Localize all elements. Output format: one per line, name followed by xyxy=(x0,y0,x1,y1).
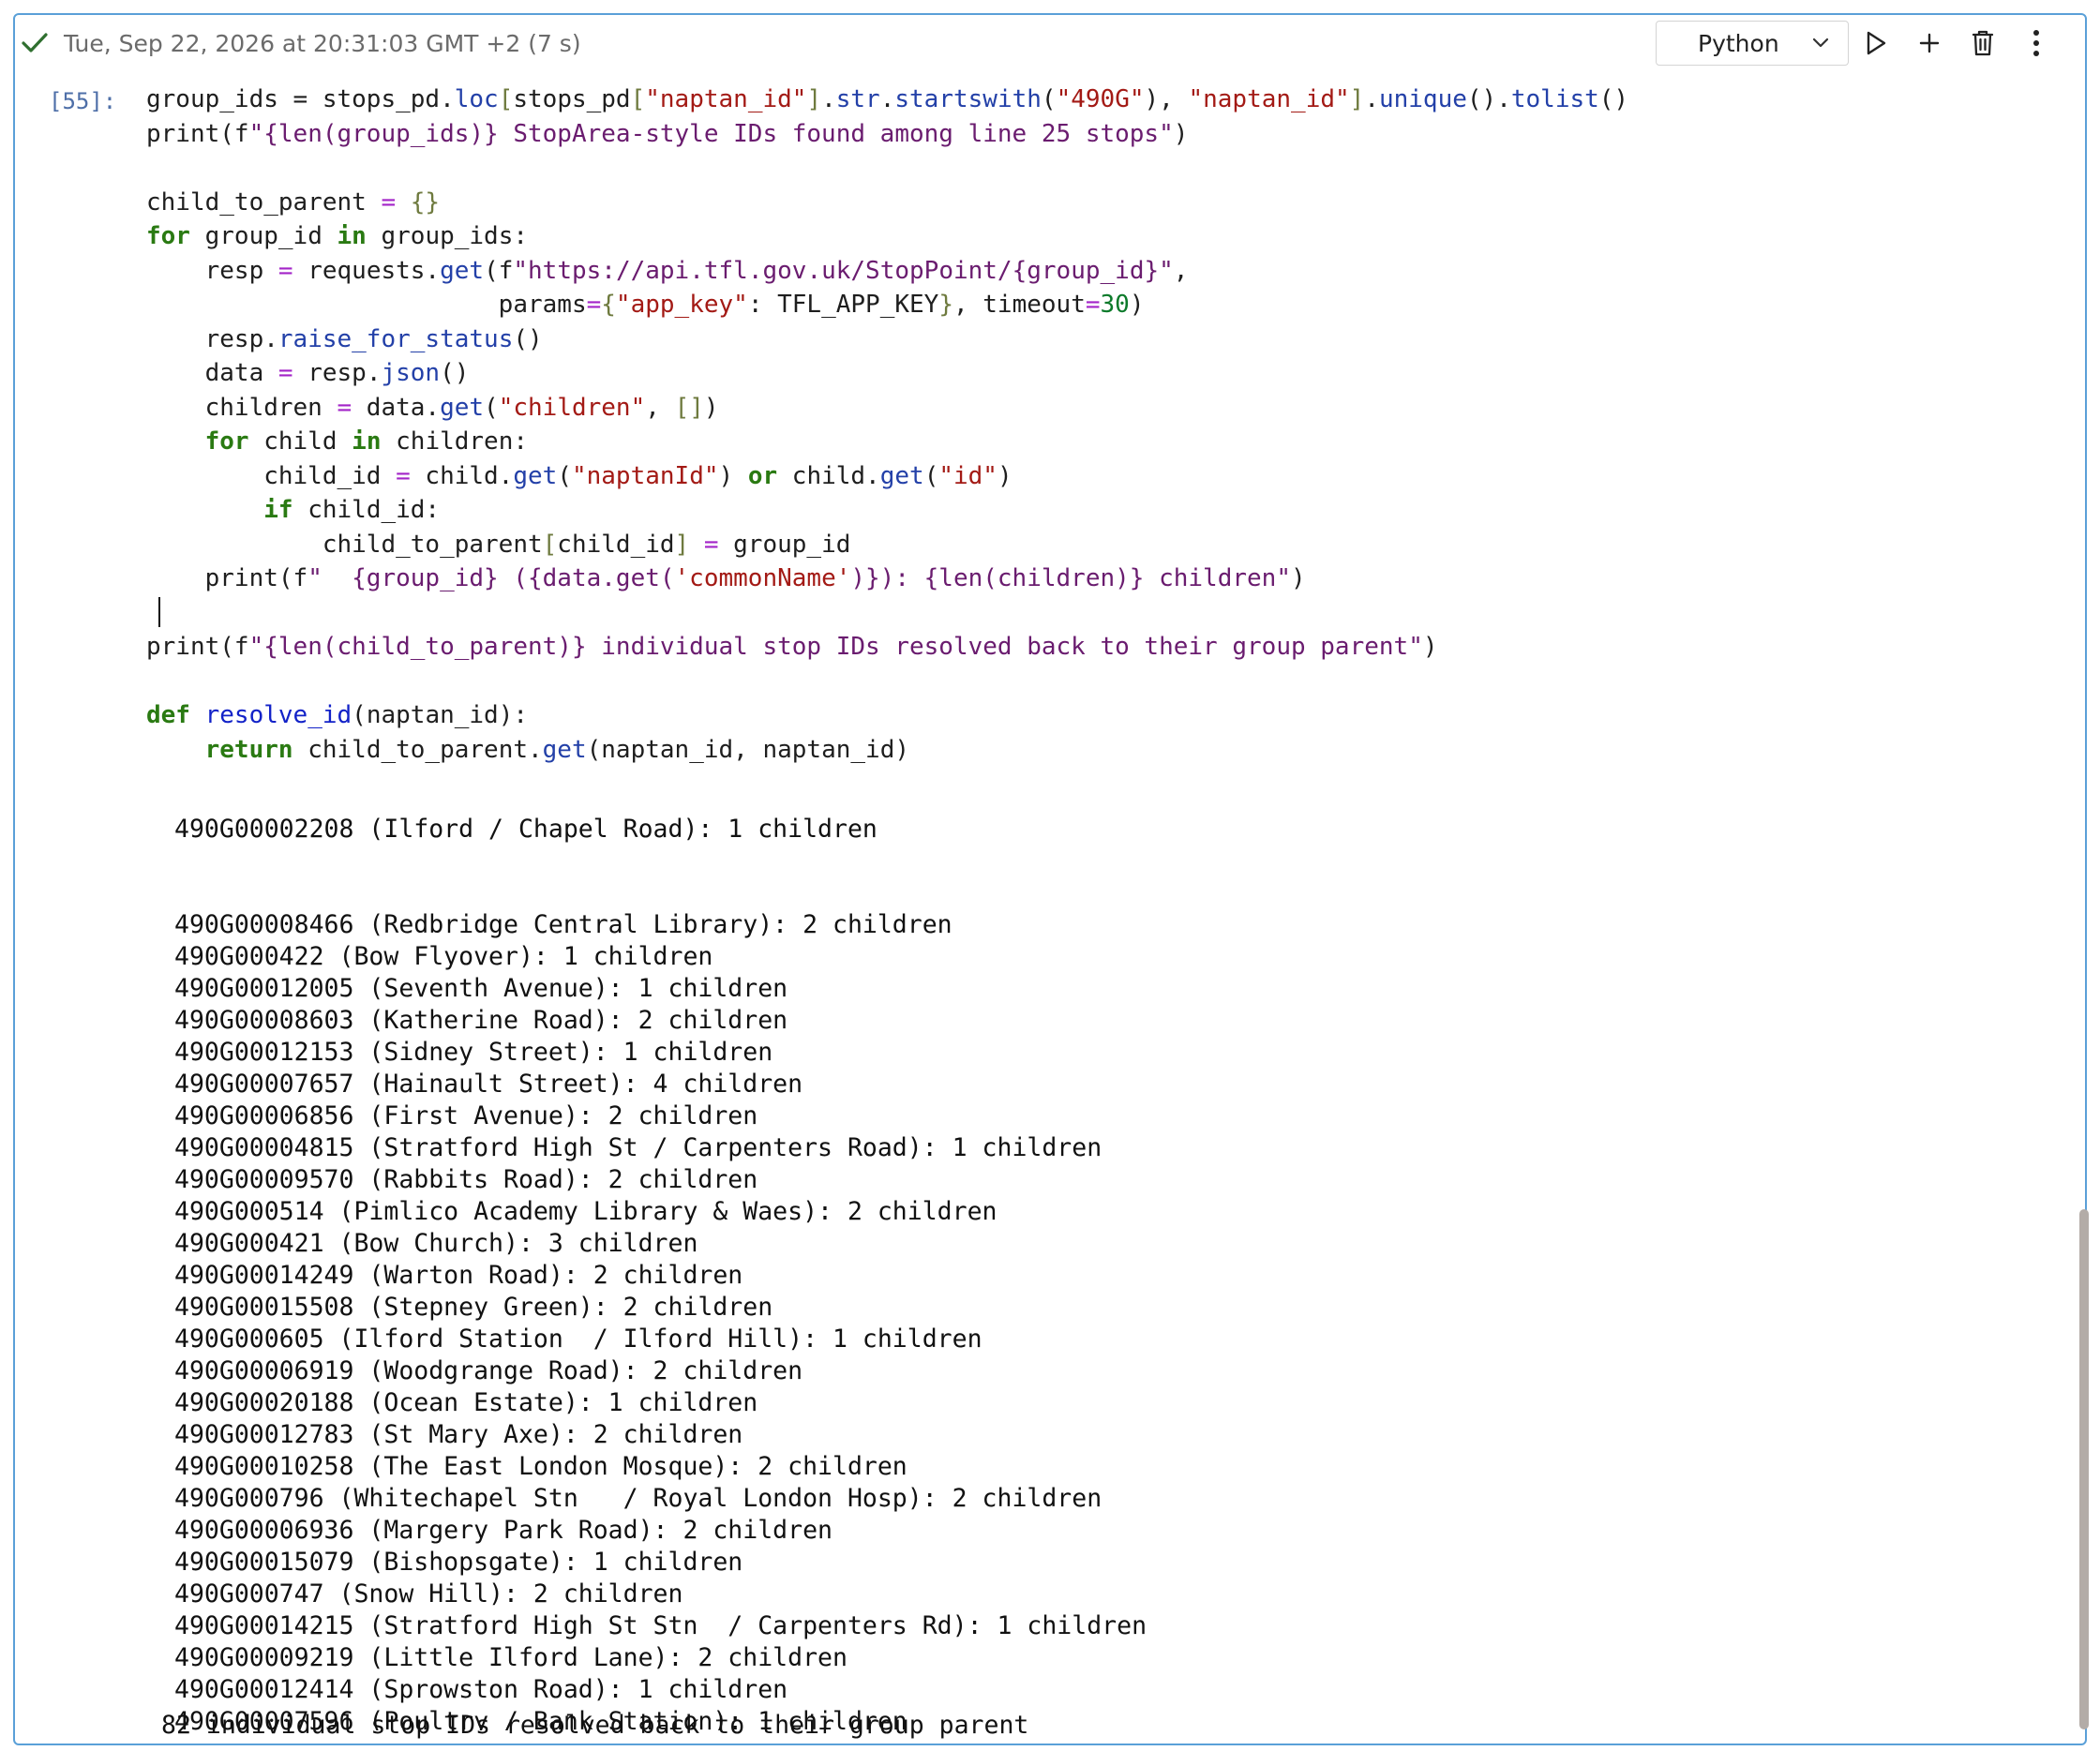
output-line: 490G00014215 (Stratford High St Stn / Ca… xyxy=(174,1611,1148,1640)
output-line: 490G000796 (Whitechapel Stn / Royal Lond… xyxy=(174,1484,1102,1513)
code-fstring: "https://api.tfl.gov.uk/StopPoint/{group… xyxy=(513,256,1174,285)
output-line: 490G00015508 (Stepney Green): 2 children xyxy=(174,1293,773,1322)
code-string: "naptanId" xyxy=(571,461,719,490)
trash-icon xyxy=(1972,30,1993,56)
scrollbar-thumb[interactable] xyxy=(2079,1209,2089,1729)
code-fstring: {group_id} ({data.get( xyxy=(322,564,675,592)
chevron-down-icon xyxy=(1812,37,1829,48)
output-line: 490G00002208 (Ilford / Chapel Road): 1 c… xyxy=(174,815,878,844)
code-string: 'commonName' xyxy=(674,564,851,592)
output-line: 490G000514 (Pimlico Academy Library & Wa… xyxy=(174,1197,998,1226)
execution-timestamp: Tue, Sep 22, 2026 at 20:31:03 GMT +2 (7 … xyxy=(64,29,581,57)
code-string: "naptan_id" xyxy=(645,85,807,113)
output-lines: 490G00002208 (Ilford / Chapel Road): 1 c… xyxy=(174,782,1147,1730)
code-fstring: "{len(group_ids)} StopArea-style IDs fou… xyxy=(248,119,1174,148)
more-vertical-icon xyxy=(2032,30,2039,56)
output-line: 490G00012414 (Sprowston Road): 1 childre… xyxy=(174,1675,788,1704)
output-line: 490G00012153 (Sidney Street): 1 children xyxy=(174,1038,773,1067)
code-string: "app_key" xyxy=(615,291,748,319)
output-line: 490G00015079 (Bishopsgate): 1 children xyxy=(174,1548,743,1577)
output-line: 490G00008603 (Katherine Road): 2 childre… xyxy=(174,1006,788,1035)
code-string: "naptan_id" xyxy=(1188,85,1350,113)
execution-status: Tue, Sep 22, 2026 at 20:31:03 GMT +2 (7 … xyxy=(21,21,581,66)
more-options-button[interactable] xyxy=(2009,21,2062,66)
run-cell-button[interactable] xyxy=(1849,21,1902,66)
kernel-language-select[interactable]: Python xyxy=(1656,21,1849,66)
add-cell-button[interactable] xyxy=(1902,21,1956,66)
code-fstring: )}): {len(children)} children" xyxy=(850,564,1291,592)
output-line: 490G00012005 (Seventh Avenue): 1 childre… xyxy=(174,974,788,1003)
output-line: 490G00006919 (Woodgrange Road): 2 childr… xyxy=(174,1356,803,1385)
kernel-language-label: Python xyxy=(1698,29,1779,57)
output-line: 490G00009219 (Little Ilford Lane): 2 chi… xyxy=(174,1643,848,1672)
output-line: 490G00006936 (Margery Park Road): 2 chil… xyxy=(174,1516,832,1545)
output-line: 490G00010258 (The East London Mosque): 2… xyxy=(174,1452,908,1481)
cell-toolbar: Python xyxy=(1656,21,2062,66)
output-line: 490G00009570 (Rabbits Road): 2 children xyxy=(174,1165,758,1194)
output-line: 490G000422 (Bow Flyover): 1 children xyxy=(174,942,713,971)
output-summary: 82 individual stop IDs resolved back to … xyxy=(161,1711,1029,1740)
output-line: 490G000747 (Snow Hill): 2 children xyxy=(174,1579,683,1609)
delete-cell-button[interactable] xyxy=(1956,21,2009,66)
code-string: "id" xyxy=(938,461,998,490)
output-line: 490G000605 (Ilford Station / Ilford Hill… xyxy=(174,1324,982,1354)
code-fstring: {len(child_to_parent)} individual stop I… xyxy=(263,633,1423,661)
output-line: 490G00004815 (Stratford High St / Carpen… xyxy=(174,1133,1102,1162)
checkmark-icon xyxy=(22,33,48,52)
execution-count: [55]: xyxy=(49,88,117,114)
output-line: 490G00012783 (St Mary Axe): 2 children xyxy=(174,1420,743,1449)
output-line: 490G000421 (Bow Church): 3 children xyxy=(174,1229,698,1258)
output-line: 490G00006856 (First Avenue): 2 children xyxy=(174,1101,758,1130)
output-line: 490G00020188 (Ocean Estate): 1 children xyxy=(174,1388,758,1417)
plus-icon xyxy=(1919,33,1939,53)
play-icon xyxy=(1867,31,1885,55)
output-line: 490G00007657 (Hainault Street): 4 childr… xyxy=(174,1070,803,1099)
cell-output[interactable]: 490G00002208 (Ilford / Chapel Road): 1 c… xyxy=(0,782,2053,1730)
output-scrollbar[interactable] xyxy=(2076,782,2091,1730)
output-line: 490G00008466 (Redbridge Central Library)… xyxy=(174,910,952,939)
text-cursor xyxy=(158,597,160,627)
code-string: "490G" xyxy=(1056,85,1145,113)
output-line: 490G00014249 (Warton Road): 2 children xyxy=(174,1261,743,1290)
code-string: "children" xyxy=(498,393,646,422)
code-editor[interactable]: group_ids = stops_pd.loc[stops_pd["napta… xyxy=(146,82,1628,767)
